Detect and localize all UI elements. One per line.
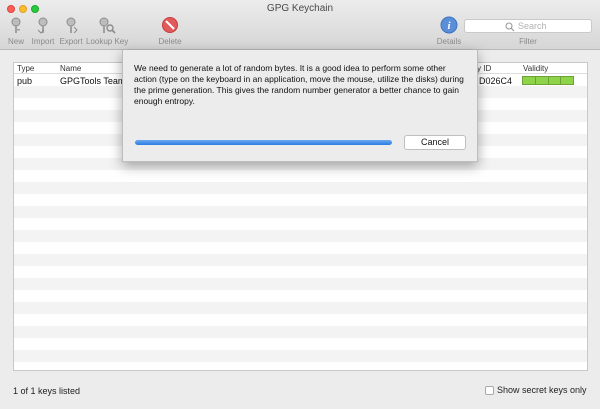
export-button[interactable]: Export	[58, 16, 84, 46]
validity-segment	[548, 77, 561, 84]
search-icon	[505, 22, 515, 32]
column-name[interactable]: Name	[60, 64, 81, 73]
lookup-key-button[interactable]: Lookup Key	[86, 16, 128, 46]
details-button[interactable]: i Details	[436, 16, 462, 46]
show-secret-label: Show secret keys only	[497, 385, 587, 395]
validity-segment	[523, 77, 535, 84]
key-lookup-icon	[99, 17, 116, 34]
show-secret-checkbox[interactable]	[485, 385, 494, 395]
new-label: New	[7, 37, 24, 46]
column-key-id[interactable]: y ID	[477, 64, 491, 73]
row-name: GPGTools Team	[60, 76, 126, 86]
import-label: Import	[31, 37, 55, 46]
search-input[interactable]: Search	[464, 19, 592, 33]
validity-segment	[535, 77, 548, 84]
key-export-icon	[66, 17, 78, 34]
entropy-dialog: We need to generate a lot of random byte…	[122, 50, 478, 162]
progress-fill	[135, 140, 392, 145]
key-import-icon	[37, 17, 48, 34]
new-button[interactable]: New	[6, 16, 26, 46]
delete-label: Delete	[158, 37, 182, 46]
row-key-id: D026C4	[479, 76, 513, 86]
cancel-button[interactable]: Cancel	[404, 135, 466, 150]
window-title: GPG Keychain	[266, 3, 334, 14]
export-label: Export	[59, 37, 83, 46]
details-label: Details	[436, 37, 462, 46]
key-new-icon	[11, 17, 21, 33]
progress-bar	[135, 140, 392, 145]
gpg-keychain-window: GPG Keychain New Import Export Lookup Ke…	[0, 0, 600, 409]
search-placeholder: Search	[518, 21, 547, 31]
delete-icon	[162, 17, 178, 33]
import-button[interactable]: Import	[30, 16, 56, 46]
validity-meter	[522, 76, 574, 85]
info-icon: i	[440, 16, 458, 34]
dialog-message: We need to generate a lot of random byte…	[134, 63, 464, 106]
show-secret-keys-toggle[interactable]: Show secret keys only	[485, 385, 587, 395]
filter-label: Filter	[519, 37, 537, 46]
keys-count-status: 1 of 1 keys listed	[13, 386, 81, 396]
lookup-key-label: Lookup Key	[86, 37, 129, 46]
title-toolbar: GPG Keychain New Import Export Lookup Ke…	[0, 0, 600, 50]
delete-button[interactable]: Delete	[157, 16, 183, 46]
row-type: pub	[17, 76, 33, 86]
column-validity[interactable]: Validity	[523, 64, 548, 73]
validity-segment	[561, 77, 573, 84]
column-type[interactable]: Type	[17, 64, 34, 73]
